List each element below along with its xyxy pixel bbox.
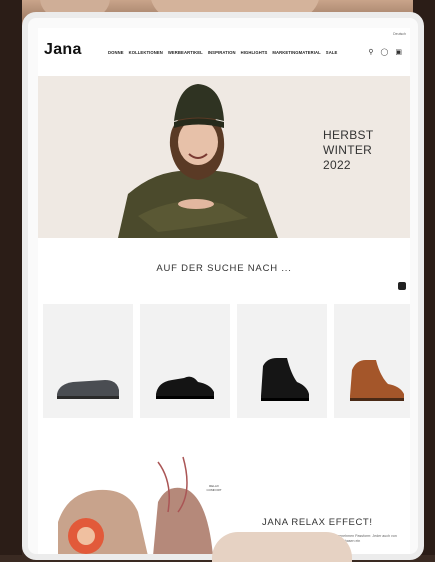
main-navigation: DONNE KOLLEKTIONEN WERBEARTIKEL INSPIRAT… [108,50,337,55]
hero-headline-line2: WINTER [323,143,373,157]
product-tile-ankle-boot[interactable] [334,304,410,418]
brand-logo[interactable]: Jana [44,41,82,59]
nav-item-marketingmaterial[interactable]: MARKETINGMATERIAL [272,50,320,55]
slipper-shoe-image [57,380,119,399]
hero-banner[interactable]: HERBST WINTER 2022 [38,76,410,238]
brown-boot-image [350,360,404,401]
background-left [0,0,22,555]
hero-model-image [98,76,298,238]
relax-title: JANA RELAX EFFECT! [262,517,373,528]
relax-comfort-badge: RELAX COMFORT [206,484,222,492]
relax-shoes-image [58,456,213,554]
hand-bottom [212,532,352,562]
lace-up-shoe-image [156,376,214,399]
nav-item-inspiration[interactable]: INSPIRATION [208,50,236,55]
product-category-grid [43,304,410,418]
search-section-title: AUF DER SUCHE NACH ... [156,263,292,274]
product-tile-lace-up[interactable] [140,304,230,418]
account-icon[interactable]: ◯ [381,48,389,56]
product-tile-boot[interactable] [237,304,327,418]
cart-icon[interactable]: ▣ [395,48,402,56]
nav-item-werbeartikel[interactable]: WERBEARTIKEL [168,50,203,55]
search-icon[interactable]: ⚲ [368,48,373,56]
website-screen: Jana DONNE KOLLEKTIONEN WERBEARTIKEL INS… [38,28,410,554]
nav-item-kollektionen[interactable]: KOLLEKTIONEN [129,50,163,55]
nav-item-highlights[interactable]: HIGHLIGHTS [241,50,268,55]
tablet-device: Jana DONNE KOLLEKTIONEN WERBEARTIKEL INS… [22,12,424,560]
site-header: Jana DONNE KOLLEKTIONEN WERBEARTIKEL INS… [38,28,410,76]
language-link[interactable]: Deutsch [393,32,406,36]
nav-item-sale[interactable]: SALE [326,50,338,55]
nav-item-donne[interactable]: DONNE [108,50,124,55]
product-tile-slipper[interactable] [43,304,133,418]
side-widget-icon[interactable] [398,282,406,290]
hero-headline-line3: 2022 [323,158,351,172]
hero-headline: HERBST WINTER 2022 [323,128,373,173]
black-boot-image [261,358,309,401]
header-icons: ⚲ ◯ ▣ [368,48,402,56]
hero-headline-line1: HERBST [323,128,374,142]
